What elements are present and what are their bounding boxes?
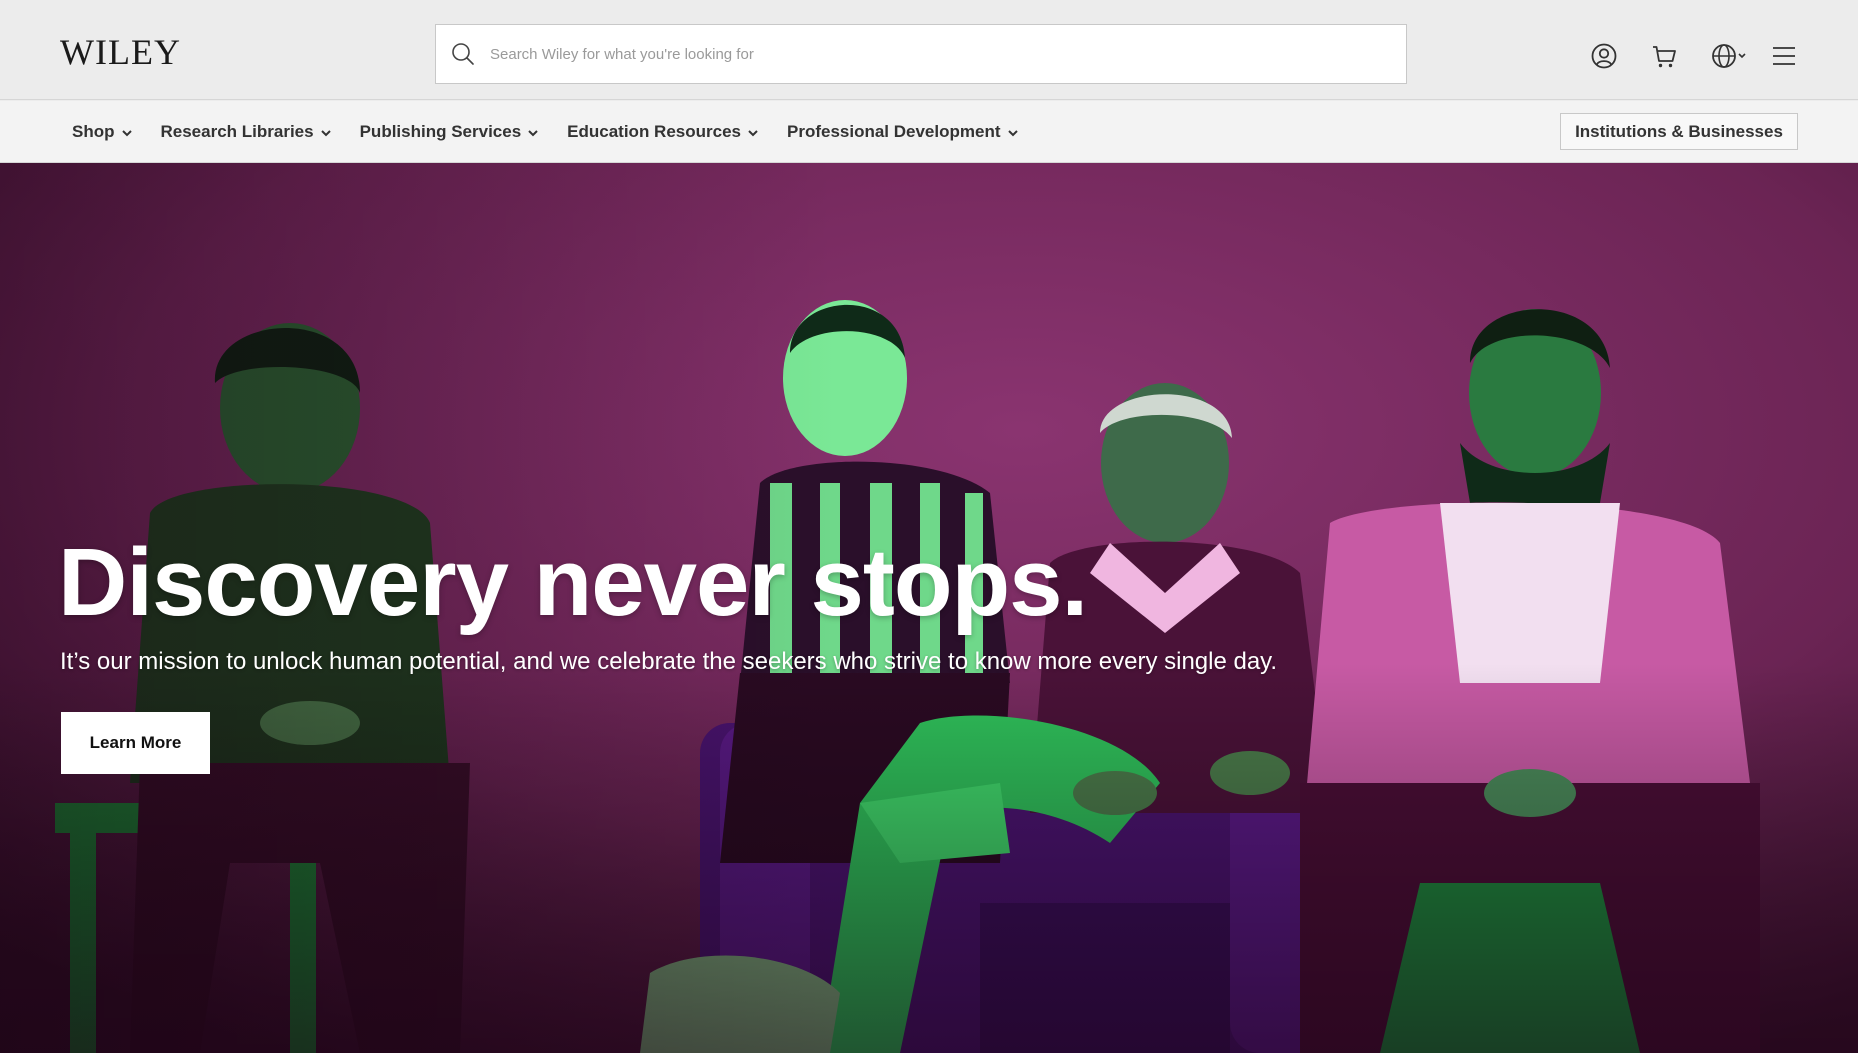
- chevron-down-icon: [528, 130, 538, 137]
- nav-item-label: Education Resources: [567, 122, 741, 141]
- wiley-homepage: WILEY Search Wiley for what you're looki…: [0, 0, 1858, 1053]
- cart-icon[interactable]: [1650, 42, 1678, 70]
- nav-item-label: Publishing Services: [359, 122, 522, 141]
- nav-item-publishing-services[interactable]: Publishing Services: [360, 122, 540, 142]
- globe-icon[interactable]: [1710, 42, 1748, 70]
- nav-item-education-resources[interactable]: Education Resources: [567, 122, 759, 142]
- institutions-businesses-button[interactable]: Institutions & Businesses: [1560, 113, 1798, 150]
- wiley-logo[interactable]: WILEY: [60, 34, 181, 70]
- search-input[interactable]: [488, 25, 1406, 83]
- hero-banner: Discovery never stops. It’s our mission …: [0, 163, 1858, 1053]
- nav-item-research-libraries[interactable]: Research Libraries: [161, 122, 332, 142]
- chevron-down-icon: [121, 130, 132, 137]
- nav-item-label: Research Libraries: [160, 122, 314, 141]
- menu-icon[interactable]: [1770, 42, 1798, 70]
- account-icon[interactable]: [1590, 42, 1618, 70]
- learn-more-button[interactable]: Learn More: [61, 712, 210, 774]
- chevron-down-icon: [1007, 130, 1018, 137]
- hero-title: Discovery never stops.: [58, 529, 1088, 636]
- nav-item-label: Professional Development: [786, 122, 1001, 141]
- nav-item-label: Shop: [72, 122, 115, 141]
- chevron-down-icon: [320, 130, 331, 137]
- search-bar[interactable]: [435, 24, 1407, 84]
- hero-subtitle: It’s our mission to unlock human potenti…: [60, 648, 1278, 675]
- nav-list: Shop Research Libraries Publishing Servi…: [62, 101, 1047, 163]
- site-header: WILEY: [0, 0, 1858, 100]
- search-icon: [452, 43, 474, 65]
- nav-item-shop[interactable]: Shop: [72, 122, 133, 142]
- nav-item-professional-development[interactable]: Professional Development: [787, 122, 1019, 142]
- chevron-down-icon: [748, 130, 758, 137]
